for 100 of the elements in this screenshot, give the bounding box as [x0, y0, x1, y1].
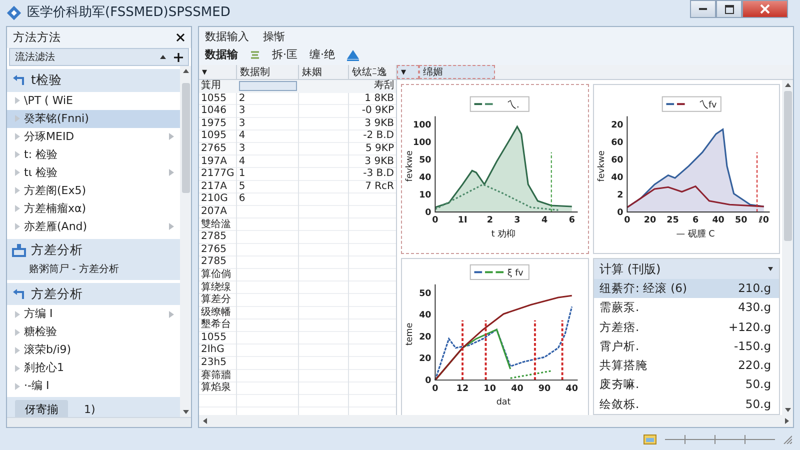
- add-button[interactable]: [174, 52, 183, 62]
- table-cell-text: 2177G: [200, 168, 236, 181]
- table-cell-text: -3 B.D: [362, 168, 395, 181]
- tree-item[interactable]: 亦差雁(And): [7, 218, 180, 236]
- axis-title: teme: [404, 322, 415, 346]
- tree-item[interactable]: 分琢MEID: [7, 128, 180, 146]
- scroll-up-icon: [784, 83, 790, 87]
- toolbar-item[interactable]: 缠·绝: [310, 46, 335, 64]
- table-cell-text: 197A: [200, 156, 228, 168]
- select-field[interactable]: [238, 81, 297, 91]
- table-cell-text: 217A: [200, 180, 228, 194]
- table-cell-text: 210G: [200, 193, 229, 206]
- tree-item[interactable]: tι 检验: [7, 164, 180, 182]
- scrollbar-thumb[interactable]: [784, 91, 792, 241]
- panel-button[interactable]: 伢寄揃: [15, 400, 68, 417]
- maximize-button[interactable]: [716, 0, 742, 18]
- chart-legend: [661, 96, 721, 112]
- plus-icon: [174, 52, 183, 62]
- return-arrow-icon: [12, 286, 26, 301]
- result-row[interactable]: 绘敛栎. 50.g: [594, 394, 779, 414]
- column-dropdown[interactable]: ▾: [199, 65, 237, 79]
- tree-item[interactable]: 方差楠瘤xα): [7, 200, 180, 218]
- legend-label: 乀fv: [698, 100, 716, 110]
- axis-tick-label: ℓ0: [758, 216, 768, 226]
- axis-tick-label: 2: [486, 216, 493, 226]
- minimize-button[interactable]: [690, 0, 716, 18]
- table-cell-text: 1: [238, 168, 246, 181]
- column-header[interactable]: 数据制: [237, 65, 299, 79]
- close-button[interactable]: [176, 33, 185, 42]
- menu-item[interactable]: 数据输入: [205, 29, 249, 43]
- axis-tick-label: 20: [419, 332, 432, 342]
- panel-title: 方法方法: [13, 28, 61, 46]
- axis-tick-label: 100: [412, 120, 432, 131]
- scrollbar-thumb[interactable]: [182, 83, 190, 193]
- column-header[interactable]: 绵媚: [419, 65, 495, 79]
- result-row[interactable]: 方差痞. +120.g: [594, 318, 779, 337]
- tree-item[interactable]: 方编 I: [7, 305, 180, 324]
- axis-tick-label: 100: [412, 138, 432, 148]
- maximize-icon: [724, 4, 734, 14]
- scrollbar[interactable]: [782, 80, 793, 415]
- section-header[interactable]: 方差分析: [7, 238, 180, 262]
- tree-item[interactable]: 癸苯铭(Fnni): [7, 110, 180, 128]
- axis-tick-label: 60: [610, 138, 623, 148]
- axis-tick-label: 25: [666, 216, 678, 226]
- table-cell-text: 1975: [200, 118, 228, 130]
- table-cell-text: 雙给湓: [200, 218, 232, 232]
- marker-line: [756, 152, 758, 212]
- horizontal-scrollbar[interactable]: [199, 415, 793, 427]
- table-cell-text: 5: [238, 180, 246, 194]
- tree-item[interactable]: 滚荣b/i9): [7, 341, 180, 360]
- result-row[interactable]: 废夯嘛. 50.g: [594, 375, 779, 394]
- column-dropdown[interactable]: ▾: [397, 65, 419, 79]
- axis-tick-label: 4: [541, 216, 548, 226]
- result-row[interactable]: 需蕨泵. 430.g: [594, 298, 779, 318]
- axis-title: fevkwe: [596, 150, 606, 182]
- tree-item[interactable]: ·-编 I: [7, 377, 180, 396]
- toolbar-item[interactable]: 拆·匡: [272, 46, 298, 64]
- section-header[interactable]: 方差分析: [7, 282, 180, 306]
- marker-line: [561, 320, 564, 380]
- section-title: 方差分析: [31, 284, 83, 302]
- table-cell-text: 2785: [200, 231, 228, 244]
- submenu-arrow-icon: [169, 133, 174, 140]
- section-header[interactable]: t检验: [7, 69, 180, 92]
- axis-tick-label: 40: [610, 173, 623, 184]
- axis-title: — 砚腫 C: [676, 229, 714, 240]
- axis-tick-label: 10: [484, 384, 496, 394]
- menu-item[interactable]: 操惭: [263, 29, 285, 43]
- legend-label: 乀.: [507, 100, 520, 110]
- return-arrow-icon: [12, 73, 26, 88]
- folder-icon: [643, 433, 657, 445]
- expand-icon: [15, 346, 20, 354]
- tree-item[interactable]: \PT ( WiE: [7, 92, 180, 110]
- table-cell-text: 1046: [200, 105, 228, 118]
- close-icon: [176, 33, 185, 42]
- axis-tick-label: 12: [456, 384, 469, 394]
- expand-icon: [15, 115, 20, 122]
- tree-item[interactable]: 糖检验: [7, 323, 180, 342]
- table-cell-text: 3: [238, 105, 246, 118]
- minimize-icon: [699, 8, 707, 10]
- tree-item[interactable]: t: 检验: [7, 146, 180, 164]
- expand-icon: [15, 205, 20, 212]
- table-cell-text: 3 9KB: [364, 118, 395, 130]
- result-row[interactable]: 霄户析. -150.g: [594, 336, 779, 356]
- table-cell-text: 1055: [200, 92, 228, 106]
- table-cell-text: 4: [238, 156, 246, 168]
- expand-icon: [15, 364, 20, 372]
- result-row[interactable]: 共算搭腌 220.g: [594, 356, 779, 376]
- axis-tick-label: 40: [511, 384, 524, 394]
- table-cell-text: 2765: [200, 244, 228, 256]
- result-row[interactable]: 纽綦夰: 经滚 (6) 210.g: [594, 279, 779, 298]
- axis-title: dat: [496, 397, 511, 408]
- axis-tick-label: 1Ⅰ: [458, 216, 468, 226]
- tree-item[interactable]: 方差阁(Ex5): [7, 182, 180, 200]
- tree-item[interactable]: 刹抢心1: [7, 359, 180, 378]
- expand-icon: [15, 328, 20, 336]
- axis-title: fevkwe: [404, 150, 415, 182]
- scrollbar[interactable]: [180, 66, 191, 417]
- column-header[interactable]: 妹姻: [299, 65, 349, 79]
- scroll-down-icon: [182, 410, 188, 414]
- table-cell-text: 6: [238, 193, 246, 206]
